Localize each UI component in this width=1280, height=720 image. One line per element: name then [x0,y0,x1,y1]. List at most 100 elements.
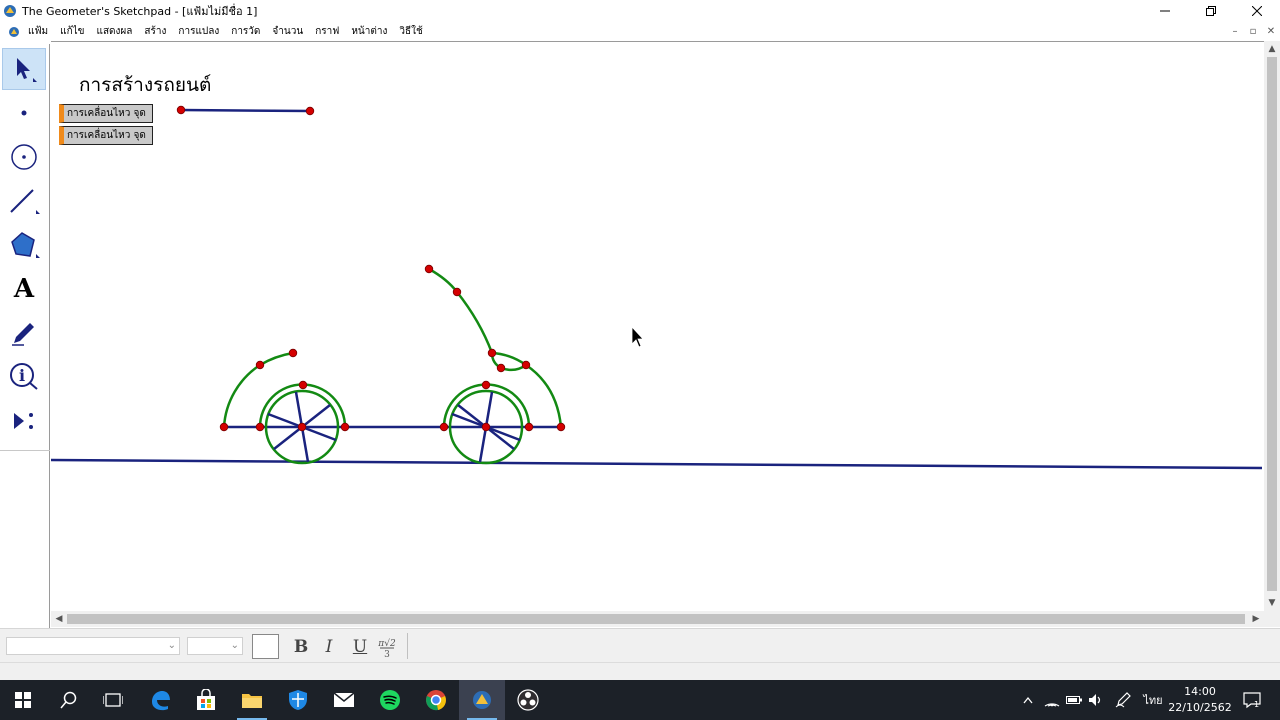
menu-file[interactable]: แฟ้ม [28,24,48,39]
clock[interactable]: 14:00 22/10/2562 [1168,684,1232,716]
volume-icon[interactable] [1086,680,1106,720]
menu-construct[interactable]: สร้าง [144,24,166,39]
point[interactable] [176,105,186,115]
point[interactable] [481,422,491,432]
minimize-icon [1160,10,1170,12]
menu-edit[interactable]: แก้ไข [60,24,84,39]
arrow-icon [17,58,37,82]
spotify-button[interactable] [367,680,413,720]
file-explorer-button[interactable] [229,680,275,720]
minimize-button[interactable] [1142,0,1188,22]
scroll-right-icon[interactable]: ▶ [1248,611,1264,627]
point-tool[interactable] [2,92,46,134]
segment-icon [10,189,40,214]
point[interactable] [452,287,462,297]
doc-minimize-button[interactable]: – [1226,22,1244,41]
text-color-swatch[interactable] [252,634,279,659]
menu-measure[interactable]: การวัด [231,24,260,39]
svg-text:π√2: π√2 [377,638,396,649]
bold-button[interactable]: B [290,636,312,658]
show-hidden-icons-icon[interactable] [1020,680,1036,720]
underline-button[interactable]: U [348,636,372,658]
point[interactable] [219,422,229,432]
point[interactable] [439,422,449,432]
battery-icon[interactable] [1064,680,1084,720]
straightedge-tool[interactable] [2,180,46,222]
menu-help[interactable]: วิธีใช้ [399,24,422,39]
doc-restore-button[interactable]: ▫ [1244,22,1262,41]
parameter-segment[interactable] [180,108,311,113]
menu-number[interactable]: จำนวน [272,24,303,39]
store-button[interactable] [183,680,229,720]
start-button[interactable] [0,680,46,720]
close-button[interactable] [1234,0,1280,22]
italic-button[interactable]: I [318,636,340,658]
point[interactable] [255,422,265,432]
restore-button[interactable] [1188,0,1234,22]
input-language-indicator[interactable]: ไทย [1140,680,1166,720]
font-size-select[interactable]: ⌄ [187,637,243,655]
marker-tool[interactable] [2,312,46,354]
text-tool[interactable]: A [2,268,46,310]
point[interactable] [496,363,506,373]
math-format-button[interactable]: π√2 3 [375,636,399,658]
horizontal-scroll-thumb[interactable] [67,614,1245,624]
point[interactable] [305,106,315,116]
sketchpad-taskbar-button[interactable] [459,680,505,720]
svg-text:3: 3 [384,650,390,658]
edge-button[interactable] [137,680,183,720]
polygon-tool[interactable] [2,224,46,266]
sketch-drawing [51,105,1263,470]
point[interactable] [481,380,491,390]
selection-arrow-tool[interactable] [2,48,46,90]
scroll-down-icon[interactable]: ▼ [1264,595,1280,611]
vertical-scroll-thumb[interactable] [1267,57,1277,591]
point[interactable] [487,348,497,358]
chevron-down-icon: ⌄ [230,640,239,651]
front-fender-arc[interactable] [525,363,563,428]
pen-ink-icon[interactable] [1112,680,1134,720]
point[interactable] [556,422,566,432]
point[interactable] [424,264,434,274]
menu-window[interactable]: หน้าต่าง [351,24,387,39]
menu-transform[interactable]: การแปลง [178,24,219,39]
menu-graph[interactable]: กราฟ [315,24,339,39]
point[interactable] [298,380,308,390]
point[interactable] [255,360,265,370]
point[interactable] [340,422,350,432]
mail-button[interactable] [321,680,367,720]
chrome-button[interactable] [413,680,459,720]
scroll-left-icon[interactable]: ◀ [51,611,67,627]
sketch-canvas[interactable]: การสร้างรถยนต์ การเคลื่อนไหว จุด การเคลื… [51,41,1264,611]
vertical-scrollbar[interactable]: ▲ ▼ [1264,41,1280,611]
custom-tool[interactable] [2,400,46,442]
action-center-button[interactable]: 1 [1236,680,1268,720]
point[interactable] [521,360,531,370]
menu-display[interactable]: แสดงผล [97,24,133,39]
task-view-button[interactable] [90,680,136,720]
point[interactable] [297,422,307,432]
network-icon[interactable] [1042,680,1062,720]
scroll-up-icon[interactable]: ▲ [1264,41,1280,57]
ground-line[interactable] [51,458,1263,470]
obs-button[interactable] [505,680,551,720]
palette-divider [407,633,408,659]
start-icon [15,692,31,708]
obs-icon [517,689,539,711]
toolbox-divider [0,450,50,451]
horizontal-scrollbar[interactable]: ◀ ▶ [51,611,1264,627]
chevron-down-icon: ⌄ [167,640,176,651]
compass-tool[interactable] [2,136,46,178]
information-tool[interactable]: i [2,356,46,398]
search-button[interactable] [46,680,92,720]
security-button[interactable] [275,680,321,720]
windshield-arc[interactable] [428,267,494,354]
point[interactable] [288,348,298,358]
font-family-select[interactable]: ⌄ [6,637,180,655]
document-icon[interactable] [8,26,20,38]
spotify-icon [380,690,400,710]
doc-close-button[interactable]: ✕ [1262,22,1280,41]
point[interactable] [524,422,534,432]
search-icon [60,691,77,709]
title-bar: The Geometer's Sketchpad - [แฟ้มไม่มีชื่… [0,0,1280,22]
